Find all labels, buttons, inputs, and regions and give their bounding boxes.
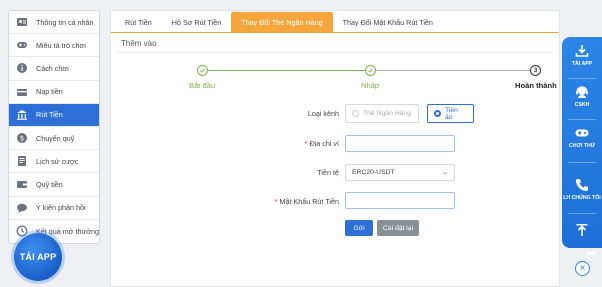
wallet-icon <box>15 177 29 191</box>
step-3-label: Hoàn thành <box>515 81 557 90</box>
info-icon <box>15 61 29 75</box>
quick-download-app[interactable]: TẢI APP <box>562 43 602 67</box>
account-sidebar: Thông tin cá nhân Miêu tả trò chơi Cách … <box>8 10 100 244</box>
chat-icon <box>15 201 29 215</box>
sidebar-item-deposit[interactable]: Nạp tiền <box>9 81 99 104</box>
sidebar-item-label: Quỹ tiền <box>36 179 63 189</box>
step-1-label: Bắt đầu <box>189 81 216 90</box>
download-app-badge[interactable]: TẢI APP <box>14 233 62 281</box>
radio-button-icon <box>352 110 359 117</box>
sidebar-item-label: Cách chơi <box>36 63 69 73</box>
quick-scroll-top[interactable] <box>562 222 602 238</box>
page-root: Thông tin cá nhân Miêu tả trò chơi Cách … <box>0 0 602 287</box>
download-app-badge-label: TẢI APP <box>19 252 57 262</box>
svg-text:$: $ <box>20 135 24 143</box>
divider <box>568 213 596 214</box>
sidebar-item-game-description[interactable]: Miêu tả trò chơi <box>9 34 99 58</box>
sidebar-item-feedback[interactable]: Ý kiến phản hồi <box>9 197 99 220</box>
download-icon <box>575 45 589 57</box>
submit-button[interactable]: Gửi <box>345 220 373 236</box>
sidebar-item-label: Chuyển quỹ <box>36 133 75 143</box>
deposit-icon <box>15 85 29 99</box>
sidebar-item-label: Nạp tiền <box>36 87 63 97</box>
bank-icon <box>15 108 29 122</box>
step-1-check-icon <box>197 65 208 76</box>
channel-label: Loại kênh <box>307 109 339 118</box>
sidebar-item-bet-history[interactable]: Lịch sử cược <box>9 150 99 174</box>
step-3-number: 3 <box>530 65 541 76</box>
gamepad-icon <box>575 129 589 137</box>
channel-option-label: Tiền ảo <box>444 106 458 121</box>
history-doc-icon <box>15 154 29 168</box>
quick-customer-service[interactable]: CSKH <box>562 84 602 108</box>
transfer-icon: $ <box>15 131 29 145</box>
quick-label: LH CHÚNG TÔI <box>563 195 601 201</box>
phone-icon <box>576 179 588 191</box>
more-dots-icon: ••• <box>586 246 597 260</box>
sidebar-item-label: Rút Tiền <box>36 110 63 120</box>
currency-label: Tiền tệ <box>317 168 339 177</box>
wallet-address-input[interactable] <box>345 135 455 152</box>
sidebar-item-withdraw[interactable]: Rút Tiền <box>9 103 99 127</box>
step-2-label: Nhập <box>361 81 380 90</box>
currency-select-value: ERC20-USDT <box>352 169 395 176</box>
divider <box>568 119 596 120</box>
quick-label: TẢI APP <box>571 61 593 67</box>
channel-option-label: Thẻ Ngân Hàng <box>363 110 411 117</box>
sidebar-item-funds[interactable]: Quỹ tiền <box>9 173 99 197</box>
arrow-up-icon <box>576 224 588 236</box>
support-agent-icon <box>576 86 588 98</box>
sidebar-item-label: Thông tin cá nhân <box>36 17 94 27</box>
step-2-check-icon <box>365 65 376 76</box>
progress-stepper: 3 Bắt đầu Nhập Hoàn thành <box>111 11 561 111</box>
currency-select[interactable]: ERC20-USDT <box>345 164 455 181</box>
sidebar-item-label: Miêu tả trò chơi <box>36 40 86 50</box>
divider <box>568 78 596 79</box>
wallet-address-label: * Địa chỉ ví <box>304 139 339 148</box>
quick-contact-us[interactable]: LH CHÚNG TÔI <box>562 177 602 201</box>
reset-button[interactable]: Cài đặt lại <box>377 220 419 236</box>
sidebar-item-how-to-play[interactable]: Cách chơi <box>9 57 99 81</box>
withdraw-password-label: * Mật Khẩu Rút Tiền <box>274 197 339 206</box>
close-icon[interactable]: × <box>575 261 590 276</box>
sidebar-item-transfer[interactable]: $ Chuyển quỹ <box>9 127 99 151</box>
withdraw-password-input[interactable] <box>345 192 455 209</box>
channel-option-bank-card[interactable]: Thẻ Ngân Hàng <box>345 104 419 123</box>
sidebar-item-label: Ý kiến phản hồi <box>36 203 86 213</box>
user-icon <box>15 15 29 29</box>
quick-demo-play[interactable]: CHƠI THỬ <box>562 125 602 149</box>
divider <box>568 162 596 163</box>
withdraw-panel: Rút Tiền Hồ Sơ Rút Tiền Thay Đổi Thẻ Ngâ… <box>110 10 560 287</box>
quick-label: CSKH <box>574 102 590 108</box>
step-connector-2 <box>376 70 531 71</box>
sidebar-item-label: Lịch sử cược <box>36 156 79 166</box>
channel-option-crypto[interactable]: Tiền ảo <box>427 104 474 123</box>
chevron-down-icon <box>442 171 448 174</box>
radio-button-selected-icon <box>434 110 441 117</box>
step-connector-1 <box>208 70 368 71</box>
quick-label: CHƠI THỬ <box>568 143 596 149</box>
floating-quick-bar: TẢI APP CSKH CHƠI THỬ LH CHÚNG TÔI <box>562 37 602 248</box>
sidebar-item-profile[interactable]: Thông tin cá nhân <box>9 11 99 35</box>
gamepad-icon <box>15 38 29 52</box>
